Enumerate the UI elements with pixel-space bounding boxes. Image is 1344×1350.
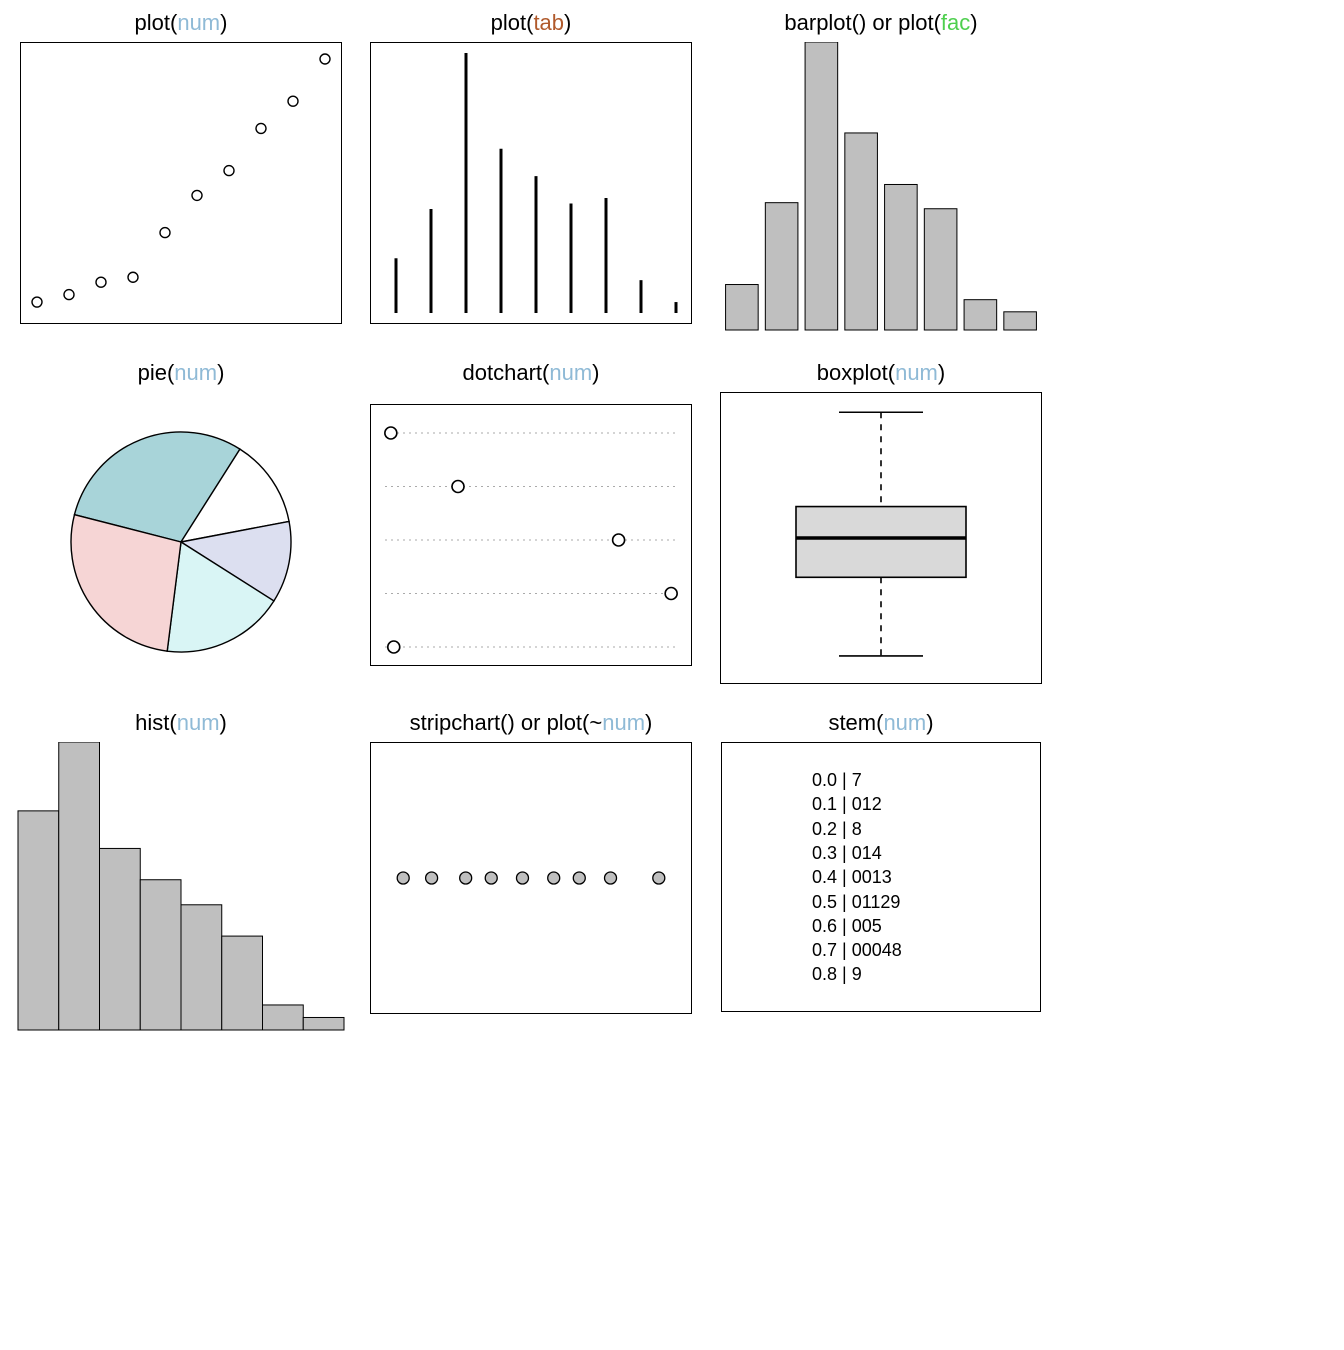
chart-title: pie(num) [138, 360, 225, 386]
chart-boxplot: boxplot(num) [706, 356, 1056, 706]
chart-grid: plot(num) plot(tab) barplot() or plot(fa… [6, 6, 1056, 1056]
boxplot-svg [721, 393, 1041, 683]
chart-title: plot(num) [135, 10, 228, 36]
chart-plot-num: plot(num) [6, 6, 356, 356]
chart-title: stripchart() or plot(~num) [410, 710, 653, 736]
chart-title: plot(tab) [491, 10, 572, 36]
pie-svg [21, 392, 341, 672]
linebar-svg [371, 43, 691, 323]
chart-title: barplot() or plot(fac) [784, 10, 977, 36]
chart-stem: stem(num) 0.0 | 7 0.1 | 012 0.2 | 8 0.3 … [706, 706, 1056, 1056]
chart-barplot-fac: barplot() or plot(fac) [706, 6, 1056, 356]
chart-dotchart: dotchart(num) [356, 356, 706, 706]
chart-title: dotchart(num) [463, 360, 600, 386]
dotchart-svg [371, 405, 691, 665]
strip-svg [371, 743, 691, 1013]
scatter-svg [21, 43, 341, 323]
chart-plot-tab: plot(tab) [356, 6, 706, 356]
stem-output: 0.0 | 7 0.1 | 012 0.2 | 8 0.3 | 014 0.4 … [812, 768, 902, 987]
barplot-svg [716, 42, 1046, 332]
chart-title: boxplot(num) [817, 360, 945, 386]
hist-svg [16, 742, 346, 1032]
chart-pie: pie(num) [6, 356, 356, 706]
chart-title: hist(num) [135, 710, 227, 736]
chart-hist: hist(num) [6, 706, 356, 1056]
chart-title: stem(num) [828, 710, 933, 736]
chart-stripchart: stripchart() or plot(~num) [356, 706, 706, 1056]
